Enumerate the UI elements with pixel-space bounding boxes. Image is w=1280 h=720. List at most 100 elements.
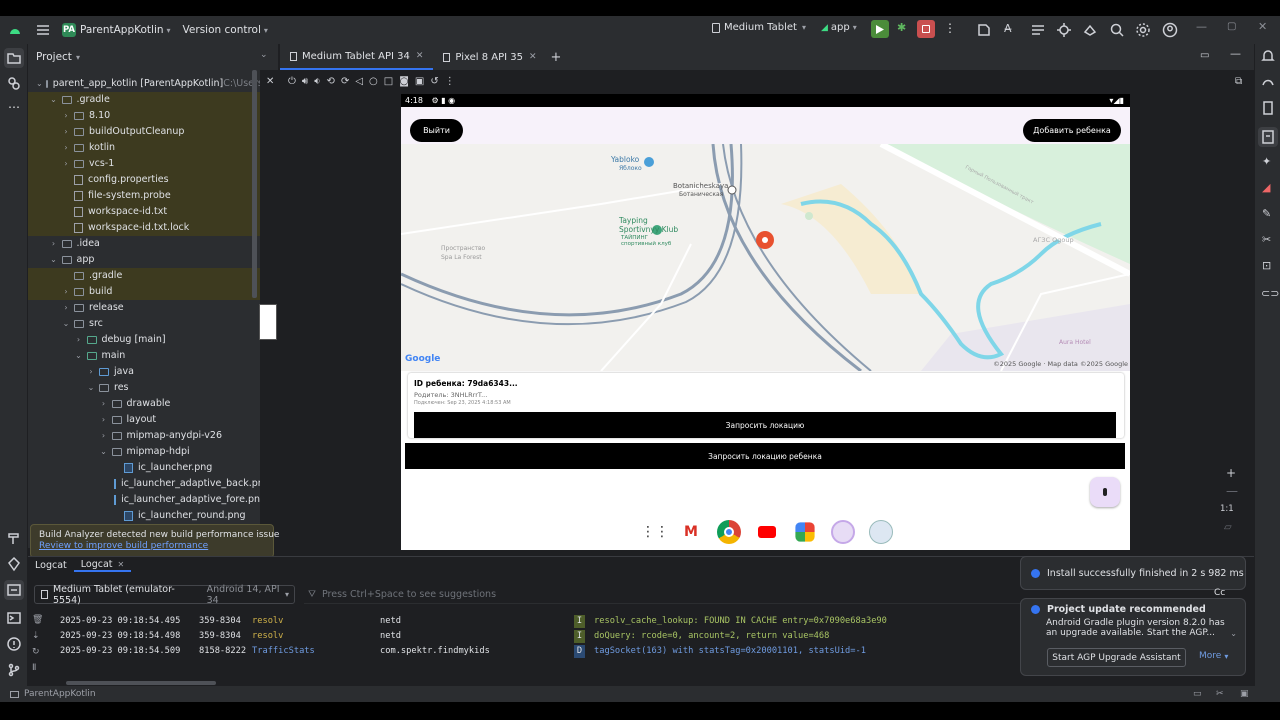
photos-icon[interactable] <box>795 522 815 542</box>
tree-item[interactable]: › drawable <box>28 396 260 412</box>
add-tab-icon[interactable]: + <box>551 50 562 65</box>
device-selector[interactable]: Medium Tablet ▾ <box>712 22 806 33</box>
close-tab-icon[interactable]: ✕ <box>118 560 125 569</box>
resource-manager-icon[interactable] <box>6 75 22 91</box>
expand-icon[interactable]: ✕ <box>266 76 274 87</box>
tree-item[interactable]: config.properties <box>28 172 260 188</box>
logcat-h-scrollbar[interactable] <box>66 681 216 685</box>
chevron-right-icon[interactable]: › <box>86 364 96 380</box>
maximize-window-icon[interactable]: ▢ <box>1227 21 1236 32</box>
tab-settings-icon[interactable]: ▭ <box>1200 50 1209 61</box>
tree-item[interactable]: › mipmap-anydpi-v26 <box>28 428 260 444</box>
project-name-dropdown[interactable]: ParentAppKotlin ▾ <box>80 24 171 36</box>
tree-item[interactable]: ic_launcher_adaptive_fore.pn <box>28 492 260 508</box>
link-icon[interactable]: ⊂⊃ <box>1261 287 1279 300</box>
tab-pixel-8[interactable]: Pixel 8 API 35 ✕ <box>433 44 546 70</box>
tree-item[interactable]: ⌄ app <box>28 252 260 268</box>
findmykids-icon[interactable] <box>869 520 893 544</box>
project-view-dropdown[interactable]: Project ▾ <box>36 51 80 63</box>
request-child-location-button[interactable]: Запросить локацию ребенка <box>405 443 1125 469</box>
tree-item[interactable]: ⌄ mipmap-hdpi <box>28 444 260 460</box>
version-control-branch-icon[interactable] <box>6 662 22 678</box>
translate-icon[interactable]: A̶ <box>1004 22 1012 35</box>
device-explorer-icon[interactable] <box>1260 100 1276 116</box>
more-actions[interactable]: More ▾ <box>1199 651 1228 661</box>
debug-bug-icon[interactable]: ✱ <box>897 21 906 34</box>
zoom-actual-label[interactable]: 1:1 <box>1220 504 1234 514</box>
run-config-selector[interactable]: ◢ app ▾ <box>821 22 857 33</box>
stop-button[interactable] <box>917 20 935 38</box>
zoom-fit-icon[interactable]: ▱ <box>1224 522 1232 533</box>
tools-icon[interactable]: ✂ <box>1262 233 1271 246</box>
tree-item[interactable]: ic_launcher.png <box>28 460 260 476</box>
gradle-sync-icon[interactable] <box>976 22 992 38</box>
inspection-icon[interactable]: ⊡ <box>1262 259 1271 272</box>
zoom-out-icon[interactable]: — <box>1226 484 1238 498</box>
device-manager-icon[interactable] <box>1030 22 1046 38</box>
home-icon[interactable]: ○ <box>369 76 378 87</box>
ai-assistant-icon[interactable] <box>1082 22 1098 38</box>
chevron-down-icon[interactable]: ⌄ <box>99 444 109 460</box>
tree-item[interactable]: › build <box>28 284 260 300</box>
running-devices-icon[interactable] <box>1258 127 1278 147</box>
volume-down-icon[interactable]: 🔉︎ <box>314 76 320 87</box>
tree-item[interactable]: ⌄ src <box>28 316 260 332</box>
sdk-manager-icon[interactable] <box>1056 22 1072 38</box>
restart-log-icon[interactable]: ↻ <box>32 647 46 663</box>
zoom-in-icon[interactable]: + <box>1226 466 1236 480</box>
edit-pencil-icon[interactable]: ✎ <box>1262 207 1271 220</box>
chevron-down-icon[interactable]: ⌄ <box>36 76 43 92</box>
layout-inspector-icon[interactable]: ◢ <box>1262 181 1270 194</box>
run-button[interactable] <box>871 20 889 38</box>
notifications-icon[interactable] <box>1260 48 1276 64</box>
tree-item[interactable]: ⌄ parent_app_kotlin [ParentAppKotlin] C:\… <box>28 76 260 92</box>
status-project-name[interactable]: ParentAppKotlin <box>24 689 96 699</box>
problems-icon[interactable] <box>6 636 22 652</box>
terminal-icon[interactable] <box>6 610 22 626</box>
start-agp-upgrade-button[interactable]: Start AGP Upgrade Assistant <box>1047 648 1186 667</box>
build-hammer-icon[interactable] <box>6 530 22 546</box>
app-quality-icon[interactable] <box>6 556 22 572</box>
tree-item[interactable]: workspace-id.txt <box>28 204 260 220</box>
tree-item[interactable]: ⌄ .gradle <box>28 92 260 108</box>
chevron-right-icon[interactable]: › <box>61 284 71 300</box>
tree-item[interactable]: ic_launcher_round.png <box>28 508 260 524</box>
chevron-right-icon[interactable]: › <box>49 236 59 252</box>
review-performance-link[interactable]: Review to improve build performance <box>39 541 265 551</box>
chevron-down-icon[interactable]: ⌄ <box>49 252 59 268</box>
tree-item[interactable]: › debug [main] <box>28 332 260 348</box>
more-vertical-icon[interactable]: ⋮ <box>944 21 956 35</box>
chevron-down-icon[interactable]: ⌄ <box>61 316 71 332</box>
chevron-down-icon[interactable]: ⌄ <box>49 92 59 108</box>
apps-grid-icon[interactable]: ⋮⋮ <box>641 524 669 540</box>
more-tools-icon[interactable]: ⋯ <box>8 100 20 114</box>
chevron-right-icon[interactable]: › <box>61 140 71 156</box>
tree-item[interactable]: › kotlin <box>28 140 260 156</box>
add-child-button[interactable]: Добавить ребенка <box>1023 119 1121 142</box>
extended-controls-icon[interactable]: ⋮ <box>445 76 455 87</box>
tree-item[interactable]: ⌄ res <box>28 380 260 396</box>
overview-icon[interactable]: □ <box>384 76 393 87</box>
rotate-left-icon[interactable]: ⟲ <box>327 76 335 87</box>
logcat-filter-input[interactable]: ⛛ Press Ctrl+Space to see suggestions <box>304 585 1022 604</box>
chevron-right-icon[interactable]: › <box>61 124 71 140</box>
tree-item[interactable]: › 8.10 <box>28 108 260 124</box>
minimize-window-icon[interactable]: — <box>1196 20 1207 33</box>
logcat-tool-icon[interactable] <box>4 580 24 600</box>
gradle-icon[interactable] <box>1260 74 1276 90</box>
tree-item[interactable]: › .idea <box>28 236 260 252</box>
pause-log-icon[interactable]: Ⅱ <box>32 663 46 679</box>
tree-item[interactable]: ⌄ main <box>28 348 260 364</box>
logcat-device-selector[interactable]: Medium Tablet (emulator-5554) Android 14… <box>34 584 295 606</box>
settings-gear-icon[interactable] <box>1135 22 1151 38</box>
exit-button[interactable]: Выйти <box>410 119 463 142</box>
back-icon[interactable]: ◁ <box>355 76 363 87</box>
volume-up-icon[interactable]: 🔊︎ <box>302 76 308 87</box>
tree-item[interactable]: ic_launcher_adaptive_back.pn <box>28 476 260 492</box>
project-view-icon[interactable] <box>4 48 24 68</box>
status-tools-icon[interactable]: ✂ <box>1216 689 1224 699</box>
chevron-down-icon[interactable]: ⌄ <box>74 348 84 364</box>
tree-item[interactable]: › java <box>28 364 260 380</box>
tree-item[interactable]: .gradle <box>28 268 260 284</box>
chevron-right-icon[interactable]: › <box>99 396 109 412</box>
